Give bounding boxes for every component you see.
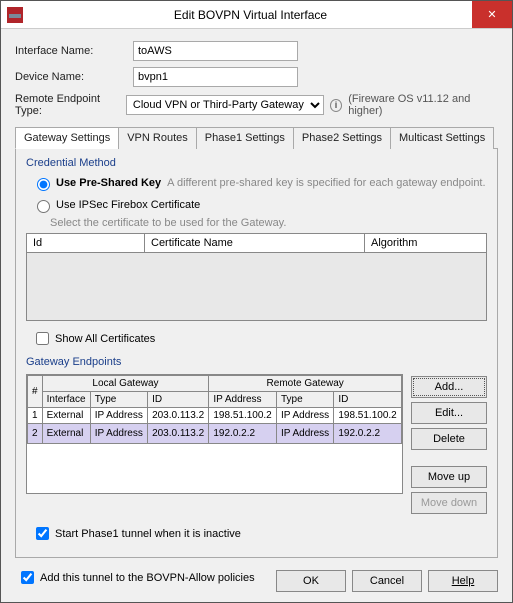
close-icon: ✕ (487, 8, 496, 21)
gateway-endpoints-title: Gateway Endpoints (26, 356, 487, 368)
window-title: Edit BOVPN Virtual Interface (29, 8, 472, 22)
col-lid[interactable]: ID (148, 392, 209, 408)
cert-header: Id Certificate Name Algorithm (27, 234, 486, 253)
help-button[interactable]: Help (428, 570, 498, 592)
col-ltype[interactable]: Type (90, 392, 147, 408)
remote-endpoint-type-select[interactable]: Cloud VPN or Third-Party Gateway (126, 95, 324, 115)
titlebar: Edit BOVPN Virtual Interface ✕ (1, 1, 512, 29)
tab-page-gateway: Credential Method Use Pre-Shared Key A d… (15, 149, 498, 558)
cert-hint: Select the certificate to be used for th… (50, 217, 487, 229)
move-down-button: Move down (411, 492, 487, 514)
col-num[interactable]: # (28, 376, 43, 408)
cancel-button[interactable]: Cancel (352, 570, 422, 592)
col-interface[interactable]: Interface (42, 392, 90, 408)
move-up-button[interactable]: Move up (411, 466, 487, 488)
remote-endpoint-hint: (Fireware OS v11.12 and higher) (348, 93, 498, 117)
radio-cert-label: Use IPSec Firebox Certificate (56, 199, 200, 211)
endpoints-table[interactable]: # Local Gateway Remote Gateway Interface… (26, 374, 403, 494)
col-rid[interactable]: ID (334, 392, 402, 408)
dialog-window: Edit BOVPN Virtual Interface ✕ Interface… (0, 0, 513, 603)
footer-buttons: OK Cancel Help (276, 570, 498, 592)
col-rip[interactable]: IP Address (209, 392, 277, 408)
cert-col-alg[interactable]: Algorithm (365, 234, 486, 252)
info-icon[interactable]: i (330, 99, 342, 112)
tab-vpn-routes[interactable]: VPN Routes (118, 127, 197, 149)
show-all-certs-checkbox[interactable] (36, 332, 49, 345)
remote-endpoint-type-label: Remote Endpoint Type: (15, 93, 126, 117)
radio-psk[interactable] (37, 178, 50, 191)
cert-col-name[interactable]: Certificate Name (145, 234, 365, 252)
delete-button[interactable]: Delete (411, 428, 487, 450)
tab-phase1[interactable]: Phase1 Settings (196, 127, 294, 149)
interface-name-label: Interface Name: (15, 45, 133, 57)
start-phase1-checkbox[interactable] (36, 527, 49, 540)
tab-strip: Gateway Settings VPN Routes Phase1 Setti… (15, 127, 498, 149)
edit-button[interactable]: Edit... (411, 402, 487, 424)
tab-gateway-settings[interactable]: Gateway Settings (15, 127, 119, 149)
tab-phase2[interactable]: Phase2 Settings (293, 127, 391, 149)
col-local-grp: Local Gateway (42, 376, 209, 392)
add-button[interactable]: Add... (411, 376, 487, 398)
device-name-label: Device Name: (15, 71, 133, 83)
show-all-certs-label: Show All Certificates (55, 333, 155, 345)
col-remote-grp: Remote Gateway (209, 376, 402, 392)
app-icon (7, 7, 23, 23)
close-button[interactable]: ✕ (472, 1, 512, 28)
bovpn-allow-checkbox[interactable] (21, 571, 34, 584)
radio-psk-hint: A different pre-shared key is specified … (167, 177, 485, 189)
interface-name-input[interactable] (133, 41, 298, 61)
endpoint-buttons: Add... Edit... Delete Move up Move down (411, 376, 487, 514)
col-rtype[interactable]: Type (276, 392, 333, 408)
ok-button[interactable]: OK (276, 570, 346, 592)
device-name-input[interactable] (133, 67, 298, 87)
table-row[interactable]: 1ExternalIP Address203.0.113.2198.51.100… (28, 408, 402, 424)
start-phase1-label: Start Phase1 tunnel when it is inactive (55, 528, 241, 540)
table-row[interactable]: 2ExternalIP Address203.0.113.2192.0.2.2I… (28, 424, 402, 444)
credential-method-title: Credential Method (26, 157, 487, 169)
radio-psk-label: Use Pre-Shared Key (56, 177, 161, 189)
tab-multicast[interactable]: Multicast Settings (390, 127, 494, 149)
content-area: Interface Name: Device Name: Remote Endp… (1, 29, 512, 601)
bovpn-allow-label: Add this tunnel to the BOVPN-Allow polic… (40, 572, 255, 584)
radio-cert[interactable] (37, 200, 50, 213)
cert-table[interactable]: Id Certificate Name Algorithm (26, 233, 487, 321)
cert-col-id[interactable]: Id (27, 234, 145, 252)
